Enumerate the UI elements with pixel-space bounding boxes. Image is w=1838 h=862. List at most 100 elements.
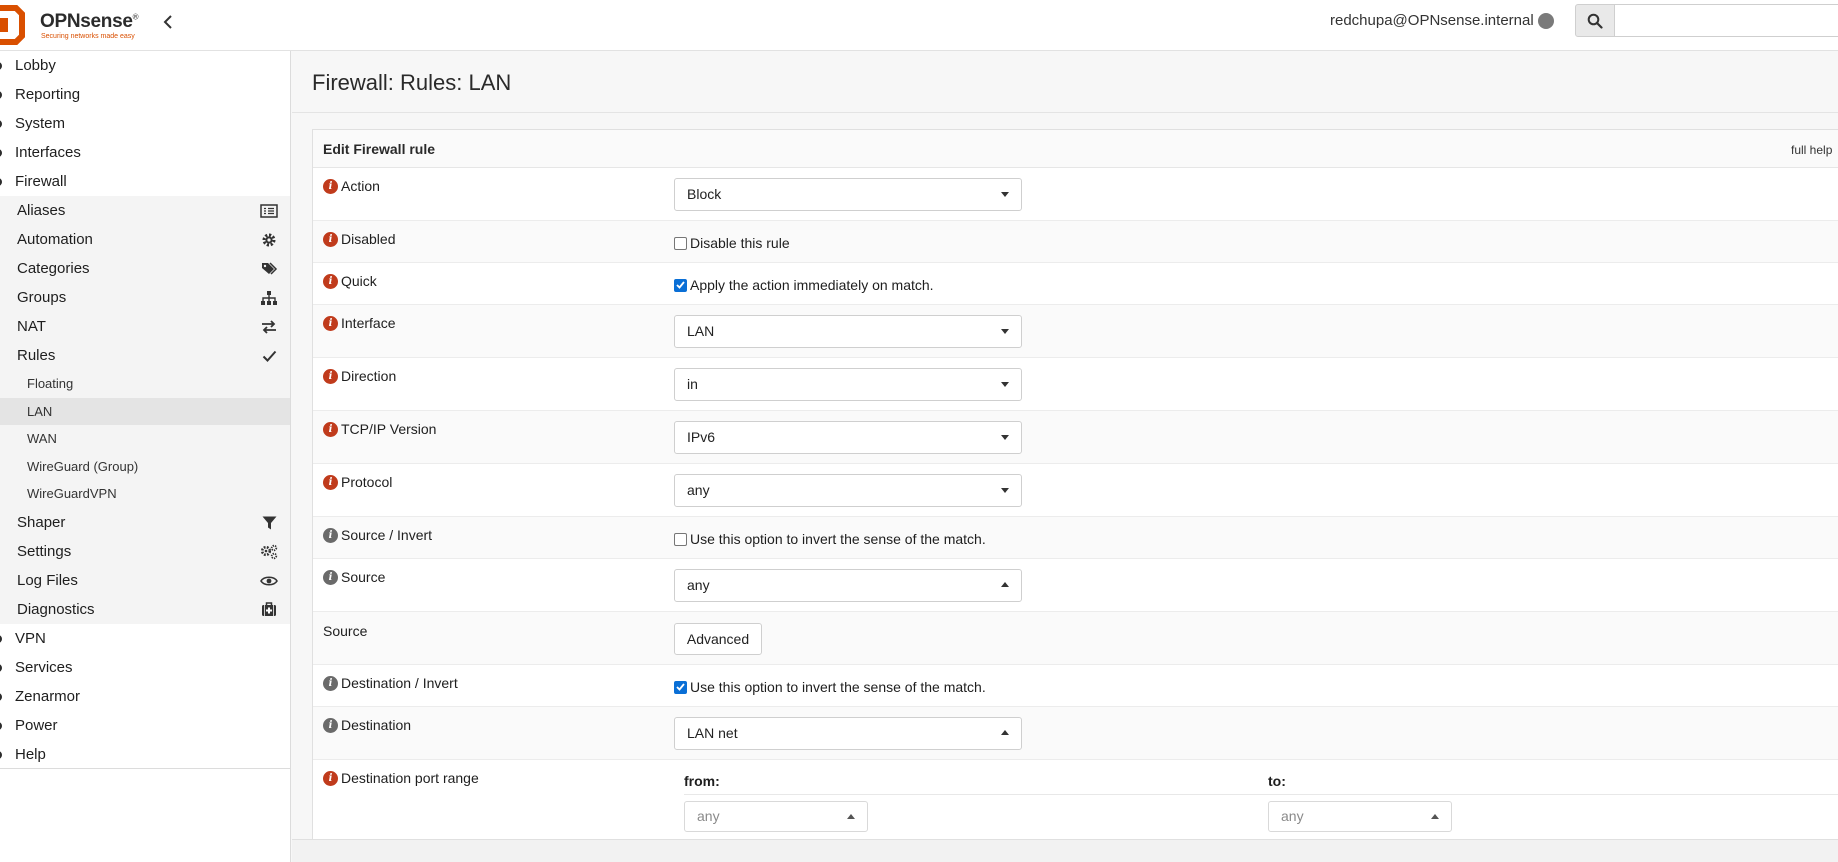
sidebar-item-nat[interactable]: NAT — [0, 312, 290, 341]
info-icon[interactable]: i — [323, 368, 338, 384]
sidebar-item-settings[interactable]: Settings — [0, 536, 290, 566]
sidebar-item-firewall[interactable]: Firewall — [0, 167, 290, 196]
sidebar-item-lobby[interactable]: Lobby — [0, 51, 290, 80]
select-value: Block — [687, 186, 722, 202]
sidebar-item-shaper[interactable]: Shaper — [0, 507, 290, 537]
menu-bullet-icon — [0, 120, 2, 128]
info-icon[interactable]: i — [323, 474, 338, 490]
field-label-destination: i Destination — [323, 717, 411, 733]
checkbox-checked-icon[interactable] — [674, 680, 687, 694]
medkit-icon — [260, 601, 278, 619]
opnsense-logo[interactable]: OPNsense® Securing networks made easy — [0, 4, 150, 46]
sidebar-item-automation[interactable]: Automation — [0, 225, 290, 254]
disabled-checkbox[interactable]: Disable this rule — [674, 235, 790, 251]
sidebar-item-label: Log Files — [17, 571, 78, 589]
caret-up-icon — [1001, 730, 1009, 735]
user-menu[interactable]: redchupa@OPNsense.internal — [1330, 12, 1534, 29]
opnsense-logo-mark — [0, 5, 25, 45]
destination-select[interactable]: LAN net — [674, 717, 1022, 750]
sidebar-item-rules-wireguard-group[interactable]: WireGuard (Group) — [0, 452, 290, 480]
sidebar-item-rules-floating[interactable]: Floating — [0, 370, 290, 398]
sidebar-item-label: Lobby — [15, 57, 56, 74]
checkbox-label: Disable this rule — [690, 235, 790, 251]
sidebar-item-rules-wan[interactable]: WAN — [0, 425, 290, 453]
select-value: LAN — [687, 323, 715, 339]
info-icon[interactable]: i — [323, 273, 338, 289]
search-button[interactable] — [1575, 4, 1615, 37]
info-icon[interactable]: i — [323, 675, 338, 691]
tcpip-version-select[interactable]: IPv6 — [674, 421, 1022, 454]
sidebar-item-reporting[interactable]: Reporting — [0, 80, 290, 109]
checkbox-label: Apply the action immediately on match. — [690, 277, 934, 293]
sidebar-item-label: Aliases — [17, 202, 66, 219]
port-from-select[interactable]: any — [684, 801, 868, 832]
sidebar-item-services[interactable]: Services — [0, 653, 290, 682]
quick-checkbox[interactable]: Apply the action immediately on match. — [674, 277, 934, 293]
form-row-destination-invert: i Destination / Invert Use this option to… — [313, 665, 1838, 707]
port-from-label: from: — [684, 773, 720, 789]
menu-bullet-icon — [0, 91, 2, 99]
info-icon[interactable]: i — [323, 770, 338, 786]
info-icon[interactable]: i — [323, 231, 338, 247]
menu-bullet-icon — [0, 692, 2, 701]
sidebar-item-rules-wireguardvpn[interactable]: WireGuardVPN — [0, 480, 290, 508]
info-icon[interactable]: i — [323, 421, 338, 437]
select-value: in — [687, 376, 698, 392]
info-icon[interactable]: i — [323, 717, 338, 733]
sidebar-item-label: Interfaces — [15, 144, 81, 161]
gear-icon — [260, 231, 278, 249]
full-help-toggle[interactable]: full help — [1791, 143, 1832, 157]
sidebar-item-vpn[interactable]: VPN — [0, 624, 290, 653]
checkbox-unchecked[interactable] — [674, 236, 687, 250]
protocol-select[interactable]: any — [674, 474, 1022, 507]
info-icon[interactable]: i — [323, 178, 338, 194]
search-input[interactable] — [1614, 4, 1838, 37]
field-label-quick: i Quick — [323, 273, 377, 289]
sidebar-item-groups[interactable]: Groups — [0, 283, 290, 312]
menu-bullet-icon — [0, 178, 2, 186]
info-icon[interactable]: i — [323, 315, 338, 331]
sidebar-item-help[interactable]: Help — [0, 740, 290, 769]
action-select[interactable]: Block — [674, 178, 1022, 211]
select-value: any — [697, 808, 720, 824]
sidebar-item-label: Firewall — [15, 173, 67, 190]
sidebar-item-interfaces[interactable]: Interfaces — [0, 138, 290, 167]
sidebar-item-log-files[interactable]: Log Files — [0, 565, 290, 595]
source-select[interactable]: any — [674, 569, 1022, 602]
sidebar-item-zenarmor[interactable]: Zenarmor — [0, 682, 290, 711]
caret-down-icon — [1001, 435, 1009, 440]
form-row-source-invert: i Source / Invert Use this option to inve… — [313, 517, 1838, 559]
port-to-label: to: — [1268, 773, 1286, 789]
checkbox-label: Use this option to invert the sense of t… — [690, 679, 986, 695]
form-row-destination: i Destination LAN net — [313, 707, 1838, 760]
menu-bullet-icon — [0, 663, 2, 672]
sidebar-item-aliases[interactable]: Aliases — [0, 196, 290, 225]
source-advanced-button[interactable]: Advanced — [674, 623, 762, 655]
sidebar-item-categories[interactable]: Categories — [0, 254, 290, 283]
sidebar-item-label: NAT — [17, 318, 46, 335]
select-value: any — [687, 577, 710, 593]
sidebar-item-power[interactable]: Power — [0, 711, 290, 740]
port-to-select[interactable]: any — [1268, 801, 1452, 832]
source-invert-checkbox[interactable]: Use this option to invert the sense of t… — [674, 531, 986, 547]
direction-select[interactable]: in — [674, 368, 1022, 401]
sidebar-item-rules-lan[interactable]: LAN — [0, 397, 290, 425]
sidebar-item-system[interactable]: System — [0, 109, 290, 138]
collapse-sidebar-button[interactable] — [158, 11, 178, 33]
sidebar-item-label: Categories — [17, 260, 90, 277]
form-row-destination-port-range: i Destination port range from: to: any an… — [313, 760, 1838, 846]
info-icon[interactable]: i — [323, 569, 338, 585]
interface-select[interactable]: LAN — [674, 315, 1022, 348]
checkbox-checked-icon[interactable] — [674, 278, 687, 292]
info-icon[interactable]: i — [323, 527, 338, 543]
sidebar-item-label: Automation — [17, 231, 93, 248]
sidebar-item-rules[interactable]: Rules — [0, 341, 290, 370]
destination-invert-checkbox[interactable]: Use this option to invert the sense of t… — [674, 679, 986, 695]
label-text: Destination — [341, 717, 412, 733]
logo-tagline: Securing networks made easy — [41, 33, 135, 40]
form-row-interface: i Interface LAN — [313, 305, 1838, 358]
status-indicator-icon[interactable] — [1538, 13, 1554, 29]
edit-rule-panel: Edit Firewall rule full help i Action Blo… — [312, 129, 1838, 845]
checkbox-unchecked[interactable] — [674, 532, 687, 546]
sidebar-item-diagnostics[interactable]: Diagnostics — [0, 594, 290, 624]
